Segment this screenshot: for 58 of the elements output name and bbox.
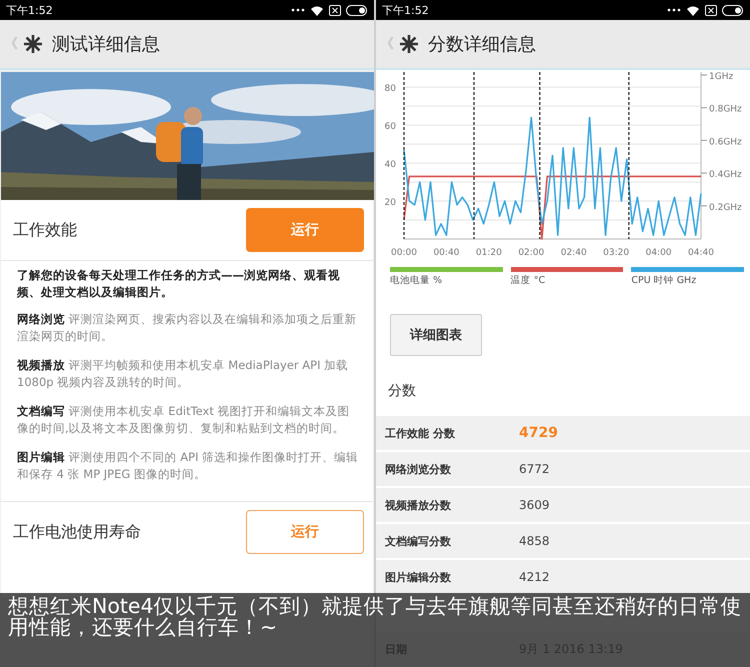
tick-label: 0.6GHz	[709, 137, 742, 148]
run-button[interactable]: 运行	[246, 208, 364, 252]
score-label: 工作效能 分数	[385, 426, 456, 440]
tick-label: 02:40	[560, 248, 587, 258]
test-description: 文档编写 评测使用本机安卓 EditText 视图打开和编辑文本及图像的时间,以及将文本及图像剪切、复制和粘贴到文档的时间。	[17, 403, 350, 437]
caption-text: 想想红米Note4仅以千元（不到）就提供了与去年旗舰等同甚至还稍好的日常使用性能，还要什么自行车！~	[8, 596, 742, 638]
intro-text: 了解您的设备每天处理工作任务的方式——浏览网络、观看视频、处理文档以及编辑图片。	[17, 267, 341, 301]
more-icon	[667, 8, 681, 12]
tick-label: 03:20	[603, 248, 630, 258]
score-label: 视频播放分数	[385, 498, 452, 512]
score-value: 4729	[519, 425, 558, 441]
snowflake-icon	[398, 33, 420, 55]
wifi-icon	[686, 4, 700, 16]
battery-icon	[346, 4, 368, 16]
back-button[interactable]: 《	[4, 35, 18, 53]
tick-label: 00:40	[433, 248, 460, 258]
sim-icon	[705, 4, 717, 16]
tick-label: 60	[384, 122, 396, 132]
back-button[interactable]: 《	[380, 35, 394, 53]
test-name: 工作效能	[13, 220, 77, 240]
score-value: 3609	[519, 498, 550, 512]
more-icon	[291, 8, 305, 12]
legend-label: 温度 °C	[510, 274, 546, 287]
section-heading: 分数	[387, 382, 417, 401]
tick-label: 04:00	[646, 248, 672, 258]
details-chart-button[interactable]: 详细图表	[390, 314, 482, 356]
wifi-icon	[310, 4, 324, 16]
test-description: 视频播放 评测平均帧频和使用本机安卓 MediaPlayer API 加载 1080p 视频内容及跳转的时间。	[17, 357, 350, 391]
test-description: 网络浏览 评测渲染网页、搜索内容以及在编辑和添加项之后重新渲染网页的时间。	[17, 311, 358, 345]
score-label: 图片编辑分数	[385, 570, 452, 584]
score-label: 文档编写分数	[385, 534, 452, 548]
clock-time: 下午1:52	[382, 2, 429, 18]
tick-label: 0.4GHz	[709, 170, 742, 180]
tick-label: 02:00	[518, 248, 544, 258]
run-button[interactable]: 运行	[246, 510, 364, 554]
score-value: 4212	[519, 570, 550, 584]
tick-label: 0.8GHz	[709, 104, 742, 115]
snowflake-icon	[22, 33, 44, 55]
score-value: 6772	[519, 462, 550, 476]
sim-icon	[329, 4, 341, 16]
battery-icon	[722, 4, 744, 16]
test-description: 图片编辑 评测使用四个不同的 API 筛选和操作图像时打开、编辑和保存 4 张 MP JPEG 图像的时间。	[17, 449, 359, 483]
tick-label: 04:40	[688, 248, 714, 258]
tick-label: 01:20	[476, 248, 502, 258]
screen-title: 测试详细信息	[52, 33, 160, 56]
legend-label: CPU 时钟 GHz	[631, 274, 698, 287]
tick-label: 20	[384, 198, 396, 208]
tick-label: 1GHz	[709, 72, 734, 82]
clock-time: 下午1:52	[6, 2, 53, 18]
test-name: 工作电池使用寿命	[13, 522, 141, 542]
tick-label: 0.2GHz	[709, 202, 742, 213]
tick-label: 40	[384, 160, 396, 170]
score-value: 4858	[519, 534, 550, 548]
score-label: 网络浏览分数	[385, 462, 452, 476]
screen-title: 分数详细信息	[428, 33, 536, 56]
tick-label: 00:00	[391, 248, 417, 258]
legend-label: 电池电量 %	[390, 274, 444, 287]
tick-label: 80	[384, 84, 396, 94]
